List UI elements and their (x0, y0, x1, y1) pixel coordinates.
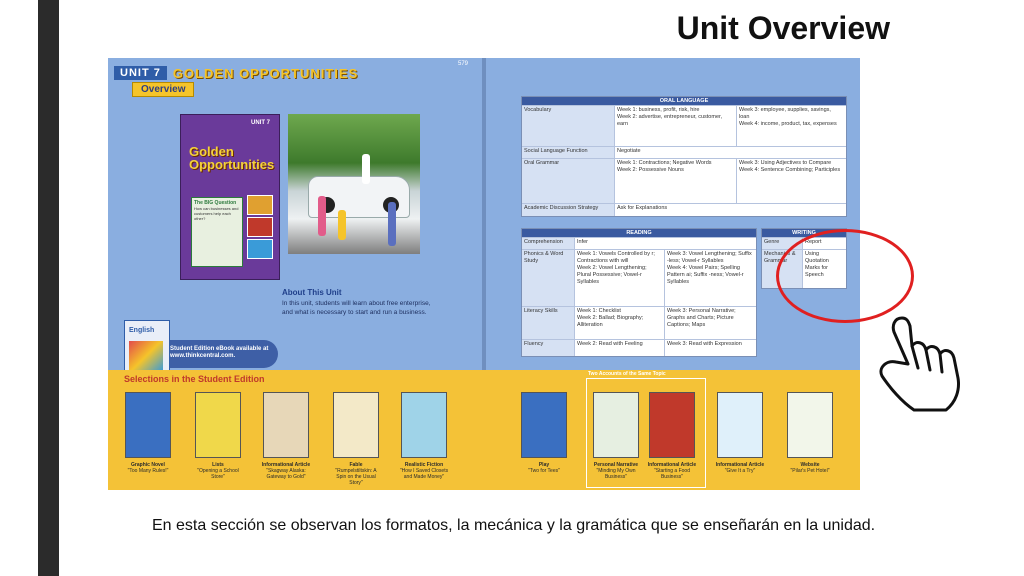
unit-header: UNIT 7 GOLDEN OPPORTUNITIES (114, 64, 358, 82)
reading-heading: READING (522, 229, 756, 237)
selection-cover (263, 392, 309, 458)
table-row: Fluency Week 2: Read with Feeling Week 3… (522, 339, 756, 356)
side-book-image (129, 341, 163, 371)
table-row: Social Language Function Negotiate (522, 146, 846, 158)
table-row: Oral Grammar Week 1: Contractions; Negat… (522, 158, 846, 203)
selection-item: Informational Article "Starting a Food B… (646, 392, 698, 480)
left-accent-bar (38, 0, 59, 576)
row-value: Week 1: Contractions; Negative Words Wee… (614, 159, 736, 203)
person-figure (362, 154, 370, 184)
selection-item: Graphic Novel "Too Many Rules!" (122, 392, 174, 474)
selection-title: "Starting a Food Business" (654, 468, 690, 480)
row-label: Literacy Skills (522, 307, 574, 339)
row-value: Week 3: Vowel Lengthening; Suffix -less;… (664, 250, 754, 306)
selection-title: "Opening a School Store" (197, 468, 239, 480)
selection-item: Realistic Fiction "How I Saved Closets a… (398, 392, 450, 480)
row-label: Fluency (522, 340, 574, 356)
row-label: Academic Discussion Strategy (522, 204, 614, 216)
row-value: Week 1: Vowels Controlled by r; Contract… (574, 250, 664, 306)
selection-item: Play "Two for Tees" (518, 392, 570, 474)
selection-title: "Rumpelstiltskin: A Spin on the Usual St… (335, 468, 377, 486)
slide-title: Unit Overview (676, 10, 890, 46)
selection-item: Personal Narrative "Minding My Own Busin… (590, 392, 642, 480)
big-question-box: The BIG Question How can businesses and … (191, 197, 243, 267)
row-value: Week 3: employee, supplies, savings, loa… (736, 106, 844, 146)
selection-item: Fable "Rumpelstiltskin: A Spin on the Us… (330, 392, 382, 486)
textbook-spread: UNIT 7 GOLDEN OPPORTUNITIES Overview 579… (108, 58, 860, 490)
cover-thumbnail (247, 217, 273, 237)
person-figure (388, 202, 396, 246)
pointing-hand-icon (879, 316, 960, 412)
selection-title: "Pilar's Pet Hotel" (790, 468, 830, 474)
overview-tab: Overview (132, 82, 195, 97)
page-number: 579 (458, 61, 469, 67)
cover-title: Golden Opportunities (189, 144, 275, 172)
row-label: Oral Grammar (522, 159, 614, 203)
selection-cover (787, 392, 833, 458)
selection-cover (195, 392, 241, 458)
table-row: Phonics & Word Study Week 1: Vowels Cont… (522, 249, 756, 306)
cover-thumbnail (247, 239, 273, 259)
oral-language-table: ORAL LANGUAGE Vocabulary Week 1: busines… (521, 96, 847, 217)
slide-caption: En esta sección se observan los formatos… (152, 517, 876, 534)
row-value: Week 3: Using Adjectives to Compare Week… (736, 159, 844, 203)
row-label: Social Language Function (522, 147, 614, 158)
cover-thumbnail (247, 195, 273, 215)
selection-title: "Two for Tees" (528, 468, 560, 474)
car-wash-photo (288, 114, 420, 254)
selection-title: "Too Many Rules!" (127, 468, 169, 474)
row-value: Week 1: Checklist Week 2: Ballad; Biogra… (574, 307, 664, 339)
about-heading: About This Unit (282, 288, 342, 297)
row-value: Negotiate (614, 147, 844, 158)
table-row: Comprehension Infer (522, 237, 756, 249)
person-figure (318, 196, 326, 236)
unit-label: UNIT 7 (114, 66, 167, 80)
cover-unit: UNIT 7 (251, 120, 271, 126)
selection-item: Informational Article "Give It a Try" (714, 392, 766, 474)
row-label: Vocabulary (522, 106, 614, 146)
row-value: Ask for Explanations (614, 204, 844, 216)
table-row: Vocabulary Week 1: business, profit, ris… (522, 105, 846, 146)
selection-title: "Minding My Own Business" (596, 468, 636, 480)
highlight-circle (776, 229, 914, 323)
selection-title: "How I Saved Closets and Made Money" (399, 468, 449, 480)
person-figure (338, 210, 346, 240)
ebook-text: Student Edition eBook available at www.t… (170, 346, 269, 359)
reading-table: READING Comprehension Infer Phonics & Wo… (521, 228, 757, 357)
row-label: Phonics & Word Study (522, 250, 574, 306)
unit-book-cover: UNIT 7 Golden Opportunities The BIG Ques… (180, 114, 280, 280)
selection-cover (649, 392, 695, 458)
selection-cover (521, 392, 567, 458)
row-value: Week 3: Read with Expression (664, 340, 754, 356)
selection-item: Website "Pilar's Pet Hotel" (784, 392, 836, 474)
row-label: Comprehension (522, 238, 574, 249)
selection-cover (593, 392, 639, 458)
selections-heading: Selections in the Student Edition (124, 374, 265, 384)
row-value: Week 1: business, profit, risk, hire Wee… (614, 106, 736, 146)
about-text: In this unit, students will learn about … (282, 300, 431, 316)
table-row: Literacy Skills Week 1: Checklist Week 2… (522, 306, 756, 339)
oral-language-heading: ORAL LANGUAGE (522, 97, 846, 105)
selection-title: "Skagway Alaska: Gateway to Gold" (266, 468, 306, 480)
side-book-title: English (129, 327, 155, 334)
selection-cover (333, 392, 379, 458)
big-question-text: How can businesses and customers help ea… (194, 206, 239, 221)
two-accounts-heading: Two Accounts of the Same Topic (588, 371, 666, 377)
selection-item: Informational Article "Skagway Alaska: G… (260, 392, 312, 480)
selection-title: "Give It a Try" (724, 468, 756, 474)
selection-cover (401, 392, 447, 458)
row-value: Infer (574, 238, 754, 249)
row-value: Week 3: Personal Narrative; Graphs and C… (664, 307, 754, 339)
selection-cover (717, 392, 763, 458)
table-row: Academic Discussion Strategy Ask for Exp… (522, 203, 846, 216)
selection-cover (125, 392, 171, 458)
selection-item: Lists "Opening a School Store" (192, 392, 244, 480)
row-value: Week 2: Read with Feeling (574, 340, 664, 356)
unit-title: GOLDEN OPPORTUNITIES (172, 65, 359, 81)
